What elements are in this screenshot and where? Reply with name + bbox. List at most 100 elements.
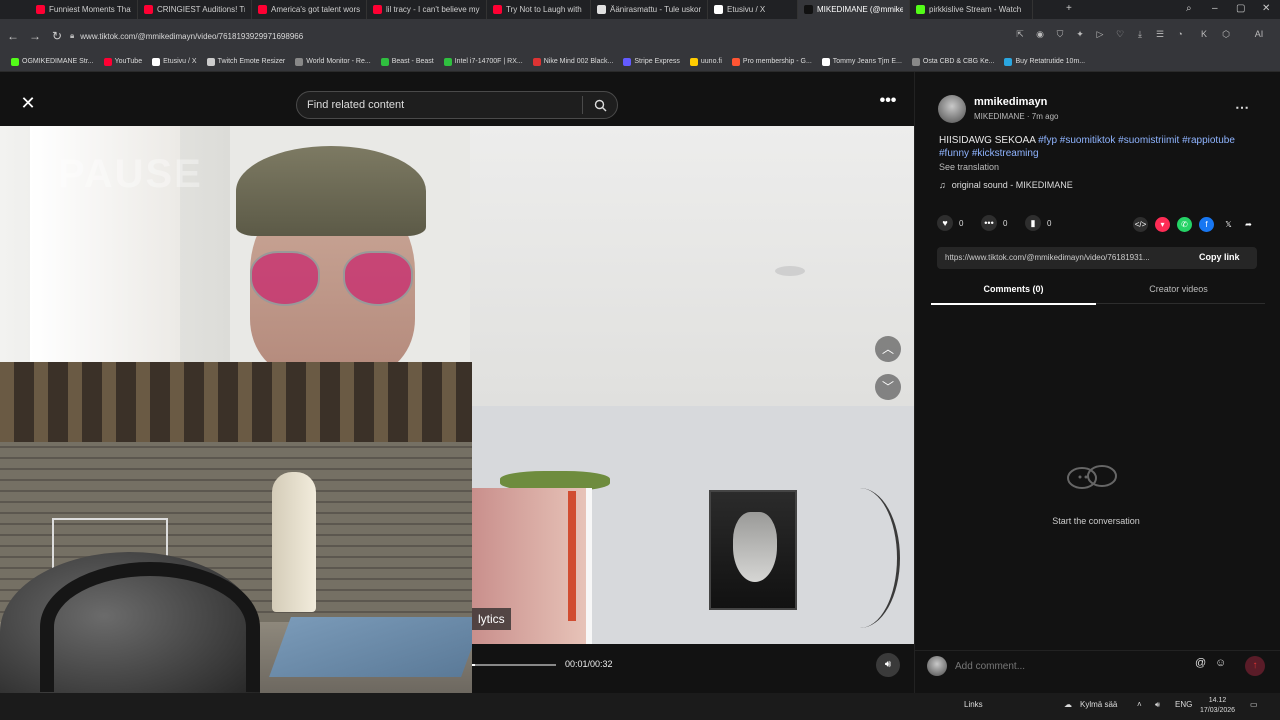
hashtag-link[interactable]: #rappiotube [1182,135,1235,146]
chat-bubbles-icon [1067,465,1117,489]
more-options-icon[interactable]: ⋯ [1235,99,1249,116]
send-icon[interactable]: ▾ [1155,217,1170,232]
progress-bar[interactable] [472,664,556,666]
post-comment-button[interactable]: ↑ [1245,656,1265,676]
bookmark-item[interactable]: OGMIKEDIMANE Str... [6,57,99,66]
install-icon[interactable]: ⇱ [1014,29,1026,41]
forward-icon[interactable]: → [24,29,46,43]
bookmark-item[interactable]: Twitch Emote Resizer [202,57,291,66]
profile-icon[interactable]: ◔ [1174,29,1186,41]
browser-tab[interactable]: Etusivu / X [708,0,798,19]
tab-comments[interactable]: Comments (0) [931,284,1096,294]
like-button[interactable]: ♥ 0 [937,215,963,231]
browser-tab[interactable]: Funniest Moments That M [30,0,138,19]
browser-tab[interactable]: Try Not to Laugh with KSI [487,0,591,19]
volume-icon[interactable]: 🔊︎ [876,653,900,677]
bookmark-item[interactable]: Nike Mind 002 Black... [528,57,619,66]
browser-tab[interactable]: Äänirasmattu - Tule uskon [591,0,708,19]
comment-button[interactable]: ••• 0 [981,215,1007,231]
links-toolbar[interactable]: Links [964,700,983,709]
copy-link-button[interactable]: Copy link [1199,252,1240,262]
bookmark-item[interactable]: uuno.fi [685,57,727,66]
previous-video-icon[interactable]: ︿ [875,336,901,362]
bookmark-item[interactable]: Pro membership - G... [727,57,817,66]
download-icon[interactable]: ⤓ [1134,29,1146,41]
bookmark-item[interactable]: Stripe Express [618,57,685,66]
tab-favicon [373,5,382,14]
save-button[interactable]: ▮ 0 [1025,215,1051,231]
language-indicator[interactable]: ENG [1175,700,1192,709]
hashtag-link[interactable]: #suomistriimit [1118,135,1182,146]
clock[interactable]: 14.12 17/03/2026 [1200,696,1235,716]
more-options-icon[interactable]: ••• [876,92,900,114]
close-window-icon[interactable]: ✕ [1262,3,1270,14]
weather-icon[interactable]: ☁ [1064,700,1072,709]
cube-icon[interactable]: ⬡ [1220,29,1232,41]
hashtag-link[interactable]: #fyp [1038,135,1060,146]
hashtag-link[interactable]: #kickstreaming [972,148,1039,159]
close-icon[interactable]: ✕ [17,92,39,114]
bookmark-item[interactable]: Intel i7-14700F | RX... [439,57,528,66]
comment-input[interactable] [955,656,1229,676]
reload-icon[interactable]: ↻ [46,29,68,43]
bookmark-item[interactable]: Tommy Jeans Tjm E... [817,57,907,66]
comment-icon: ••• [981,215,997,231]
empty-comments-text: Start the conversation [1052,516,1140,526]
x-icon[interactable]: 𝕏 [1221,217,1236,232]
bookmark-item[interactable]: Beast - Beast [376,57,439,66]
bookmark-item[interactable]: YouTube [99,57,148,66]
maximize-icon[interactable]: ▢ [1236,3,1245,14]
whatsapp-icon[interactable]: ✆ [1177,217,1192,232]
tab-label: CRINGIEST Auditions! Try [157,5,245,14]
tab-favicon [144,5,153,14]
see-translation-link[interactable]: See translation [939,162,999,172]
notifications-icon[interactable]: ▭ [1250,700,1258,709]
chevron-up-icon[interactable]: ˄ [1137,700,1142,709]
new-tab-icon[interactable]: + [1066,3,1072,14]
browser-tab[interactable]: America's got talent wors [252,0,367,19]
bookmark-item[interactable]: Etusivu / X [147,57,201,66]
site-info-icon[interactable]: 🔒︎ [70,31,74,41]
author-name[interactable]: mmikedimayn [974,96,1047,108]
bookmark-item[interactable]: Buy Retatrutide 10m... [999,57,1090,66]
mention-icon[interactable]: @ [1195,657,1206,669]
search-bar[interactable] [296,91,618,119]
ai-icon[interactable]: AI [1244,29,1274,41]
play-icon[interactable]: ▷ [1094,29,1106,41]
tab-label: Äänirasmattu - Tule uskon [610,5,701,14]
share-arrow-icon[interactable]: ➦ [1241,217,1256,232]
browser-tab[interactable]: MIKEDIMANE (@mmiked [798,0,910,19]
search-button[interactable] [583,91,617,119]
search-icon [594,99,606,111]
volume-tray-icon[interactable]: 🔊︎ [1155,700,1160,710]
weather-label[interactable]: Kylmä sää [1080,700,1117,709]
extension-k-icon[interactable]: K [1198,29,1210,41]
emoji-icon[interactable]: ☺ [1215,657,1226,669]
bookmark-label: OGMIKEDIMANE Str... [22,58,94,65]
hashtag-link[interactable]: #suomitiktok [1060,135,1118,146]
share-link-url[interactable]: https://www.tiktok.com/@mmikedimayn/vide… [945,253,1185,262]
bookmark-item[interactable]: Osta CBD & CBG Ke... [907,57,1000,66]
avatar[interactable] [938,95,966,123]
facebook-icon[interactable]: f [1199,217,1214,232]
url-text[interactable]: www.tiktok.com/@mmikedimayn/video/761819… [80,32,303,41]
music-info[interactable]: ♫ original sound - MIKEDIMANE [939,180,1073,190]
extensions-icon[interactable]: ✦ [1074,29,1086,41]
sidebar-icon[interactable]: ☰ [1154,29,1166,41]
search-input[interactable] [307,99,582,111]
browser-tab[interactable]: pirkkislive Stream - Watch [910,0,1033,19]
address-bar[interactable]: 🔒︎ www.tiktok.com/@mmikedimayn/video/761… [70,26,1010,46]
back-icon[interactable]: ← [2,29,24,43]
shield-icon[interactable]: ⛉ [1054,29,1066,41]
search-tabs-icon[interactable]: ⌕ [1186,3,1192,14]
tab-creator-videos[interactable]: Creator videos [1096,284,1261,294]
browser-tab[interactable]: CRINGIEST Auditions! Try [138,0,252,19]
minimize-icon[interactable]: – [1212,3,1218,14]
browser-tab[interactable]: lil tracy - I can't believe my [367,0,487,19]
embed-icon[interactable]: </> [1133,217,1148,232]
camera-icon[interactable]: ◉ [1034,29,1046,41]
bookmark-item[interactable]: World Monitor - Re... [290,57,375,66]
hashtag-link[interactable]: #funny [939,148,972,159]
heart-icon[interactable]: ♡ [1114,29,1126,41]
next-video-icon[interactable]: ﹀ [875,374,901,400]
